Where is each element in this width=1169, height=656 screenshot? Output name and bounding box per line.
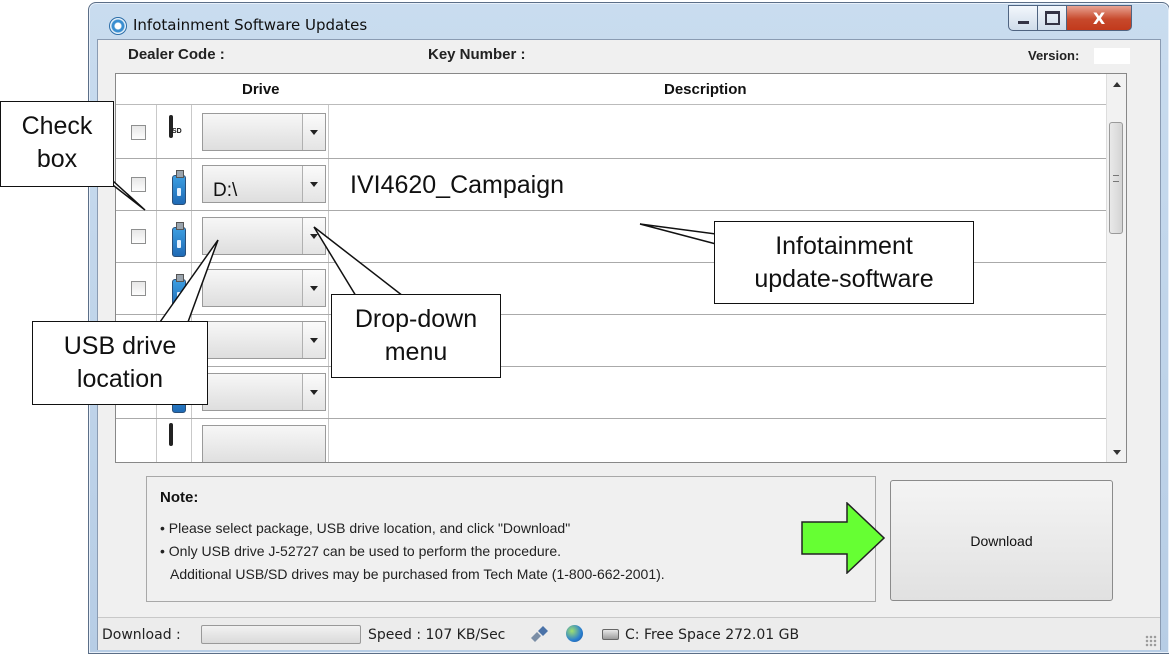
version-value <box>1094 48 1130 64</box>
note-title: Note: <box>160 489 199 506</box>
app-disc-icon <box>109 17 127 35</box>
table-row[interactable]: SD <box>116 107 1126 159</box>
callout-line: menu <box>384 338 448 366</box>
table-row[interactable] <box>116 315 1126 367</box>
scroll-up-arrow-icon[interactable] <box>1107 74 1126 94</box>
drive-dropdown[interactable] <box>202 113 326 151</box>
description-text: IVI4620_Campaign <box>350 171 565 199</box>
infotainment-update-callout: Infotainment update-software <box>714 221 974 304</box>
row-checkbox[interactable] <box>131 281 146 296</box>
vertical-scrollbar[interactable] <box>1106 74 1126 462</box>
callout-line: Check <box>21 112 93 140</box>
drive-dropdown[interactable] <box>202 269 326 307</box>
client-area: Dealer Code : Key Number : Version: Driv… <box>97 39 1161 650</box>
chevron-down-icon[interactable] <box>302 218 325 254</box>
grid-header: Drive Description <box>116 74 1126 105</box>
usb-plug-icon <box>531 626 548 642</box>
table-row-partial[interactable] <box>116 419 1126 462</box>
speed-text: Speed : 107 KB/Sec <box>368 627 506 643</box>
sd-card-icon: SD <box>169 115 182 138</box>
minimize-icon <box>1017 21 1029 24</box>
chevron-down-icon[interactable] <box>302 270 325 306</box>
callout-line: location <box>76 365 164 393</box>
chevron-down-icon[interactable] <box>302 374 325 410</box>
column-header-description: Description <box>664 81 747 98</box>
sd-card-icon <box>169 423 173 446</box>
drive-dropdown[interactable]: D:\ <box>202 165 326 203</box>
usb-drive-icon <box>172 222 186 257</box>
table-row[interactable] <box>116 211 1126 263</box>
scroll-down-arrow-icon[interactable] <box>1107 442 1126 462</box>
chevron-down-icon[interactable] <box>302 322 325 358</box>
callout-line: Infotainment <box>775 232 913 260</box>
package-grid: Drive Description SD D:\ IVI4620_Campaig… <box>115 73 1127 463</box>
check-box-callout: Check box <box>0 101 114 187</box>
close-button[interactable]: X <box>1066 5 1132 31</box>
close-icon: X <box>1092 8 1106 28</box>
drive-dropdown[interactable] <box>202 425 326 462</box>
download-progress-bar <box>201 625 361 644</box>
hard-drive-icon <box>602 629 619 640</box>
drive-dropdown[interactable] <box>202 373 326 411</box>
download-button[interactable]: Download <box>890 480 1113 601</box>
resize-grip[interactable] <box>1145 635 1157 647</box>
table-row[interactable] <box>116 367 1126 419</box>
scroll-thumb[interactable] <box>1109 122 1123 234</box>
callout-line: USB drive <box>63 332 177 360</box>
minimize-button[interactable] <box>1008 5 1038 31</box>
status-bar: Download : Speed : 107 KB/Sec C: Free Sp… <box>98 617 1160 650</box>
callout-line: Drop-down <box>354 305 478 333</box>
table-row[interactable] <box>116 263 1126 315</box>
column-header-drive: Drive <box>242 81 280 98</box>
key-number-label: Key Number : <box>428 46 526 63</box>
usb-drive-icon <box>172 170 186 205</box>
note-line: • Please select package, USB drive locat… <box>160 520 571 536</box>
drive-dropdown[interactable] <box>202 321 326 359</box>
green-arrow-icon <box>801 502 885 574</box>
note-line: Additional USB/SD drives may be purchase… <box>170 566 665 582</box>
chevron-down-icon[interactable] <box>302 114 325 150</box>
maximize-button[interactable] <box>1037 5 1067 31</box>
usb-drive-location-callout: USB drive location <box>32 321 208 405</box>
application-window: Infotainment Software Updates X Dealer C… <box>88 2 1169 654</box>
row-checkbox[interactable] <box>131 125 146 140</box>
dealer-code-label: Dealer Code : <box>128 46 225 63</box>
note-line: • Only USB drive J-52727 can be used to … <box>160 543 562 559</box>
table-row[interactable]: D:\ IVI4620_Campaign <box>116 159 1126 211</box>
version-label: Version: <box>1028 48 1080 63</box>
network-globe-icon <box>566 625 583 642</box>
callout-line: box <box>36 145 78 173</box>
callout-line: update-software <box>754 265 934 293</box>
note-panel: Note: • Please select package, USB drive… <box>146 476 876 602</box>
sd-icon-label: SD <box>172 128 182 135</box>
usb-drive-icon <box>172 274 186 309</box>
download-label: Download : <box>102 627 181 643</box>
drive-dropdown[interactable] <box>202 217 326 255</box>
drop-down-menu-callout: Drop-down menu <box>331 294 501 378</box>
row-checkbox[interactable] <box>131 229 146 244</box>
drive-value: D:\ <box>213 180 238 201</box>
row-checkbox[interactable] <box>131 177 146 192</box>
free-space-text: C: Free Space 272.01 GB <box>625 627 800 643</box>
maximize-icon <box>1044 11 1060 25</box>
chevron-down-icon[interactable] <box>302 166 325 202</box>
window-title: Infotainment Software Updates <box>133 16 368 34</box>
